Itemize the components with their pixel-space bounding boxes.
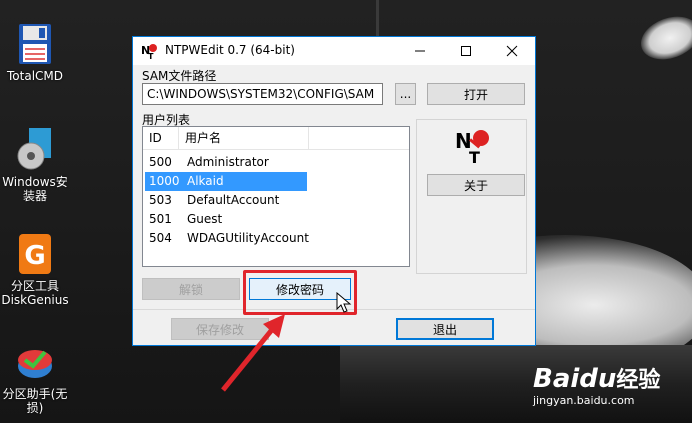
desktop-icon-label: Windows安装器: [2, 175, 68, 203]
side-panel: N T 关于: [416, 119, 527, 274]
user-row[interactable]: 504 WDAGUtilityAccount: [145, 229, 309, 248]
svg-text:G: G: [24, 241, 45, 271]
column-header-username[interactable]: 用户名: [179, 127, 309, 149]
user-id: 504: [149, 231, 172, 245]
title-bar[interactable]: N T NTPWEdit 0.7 (64-bit): [133, 37, 535, 65]
user-id: 1000: [149, 174, 180, 188]
desktop-icon-label: 分区助手(无损): [2, 387, 68, 415]
diskgenius-icon: G: [15, 232, 55, 276]
ntpwedit-logo-icon: N T: [455, 128, 491, 167]
disc-installer-icon: [15, 128, 55, 172]
about-button[interactable]: 关于: [427, 174, 525, 196]
unlock-button[interactable]: 解锁: [142, 278, 240, 300]
user-row[interactable]: 500 Administrator: [145, 153, 307, 172]
arrow-annotation-icon: [221, 314, 285, 392]
svg-text:T: T: [469, 148, 480, 164]
desktop-icon-partition-assistant[interactable]: 分区助手(无损): [0, 340, 70, 415]
list-header: ID 用户名: [143, 127, 409, 150]
user-name: DefaultAccount: [187, 193, 280, 207]
desktop-icon-windows-installer[interactable]: Windows安装器: [0, 128, 70, 203]
svg-text:T: T: [148, 52, 154, 59]
close-icon: [506, 45, 518, 57]
desktop-icon-totalcmd[interactable]: TotalCMD: [0, 22, 70, 83]
exit-button[interactable]: 退出: [396, 318, 494, 340]
user-row-selected[interactable]: 1000 Alkaid: [144, 171, 308, 192]
user-name: Guest: [187, 212, 223, 226]
browse-button[interactable]: ...: [395, 83, 416, 105]
user-list[interactable]: ID 用户名 500 Administrator 1000 Alkaid 503…: [142, 126, 410, 267]
baidu-watermark: Baidu经验 jingyan.baidu.com: [533, 362, 688, 412]
maximize-button[interactable]: [443, 37, 489, 65]
app-icon: N T: [141, 43, 157, 61]
maximize-icon: [461, 46, 471, 56]
window-title: NTPWEdit 0.7 (64-bit): [165, 43, 295, 57]
minimize-icon: [415, 50, 425, 52]
minimize-button[interactable]: [397, 37, 443, 65]
user-row[interactable]: 503 DefaultAccount: [145, 191, 307, 210]
close-button[interactable]: [489, 37, 535, 65]
watermark-suffix: 经验: [616, 368, 661, 393]
watermark-url: jingyan.baidu.com: [533, 394, 635, 407]
user-id: 501: [149, 212, 172, 226]
sam-path-field[interactable]: C:\WINDOWS\SYSTEM32\CONFIG\SAM: [142, 83, 383, 105]
sam-path-label: SAM文件路径: [142, 69, 217, 83]
user-name: Alkaid: [187, 174, 224, 188]
open-button[interactable]: 打开: [427, 83, 525, 105]
mouse-cursor-icon: [336, 292, 352, 313]
watermark-brand: Baidu: [533, 364, 617, 394]
user-id: 503: [149, 193, 172, 207]
desktop-icon-diskgenius[interactable]: G 分区工具DiskGenius: [0, 232, 70, 307]
partition-assistant-icon: [15, 340, 55, 384]
desktop-icon-label: 分区工具DiskGenius: [1, 279, 69, 307]
user-name: WDAGUtilityAccount: [187, 231, 309, 245]
desktop-icon-label: TotalCMD: [7, 69, 63, 83]
user-name: Administrator: [187, 155, 269, 169]
floppy-disk-icon: [15, 22, 55, 66]
user-row[interactable]: 501 Guest: [145, 210, 307, 229]
decor-line: [376, 0, 379, 40]
user-id: 500: [149, 155, 172, 169]
feather-decoration: [634, 8, 692, 68]
column-header-id[interactable]: ID: [143, 127, 179, 149]
